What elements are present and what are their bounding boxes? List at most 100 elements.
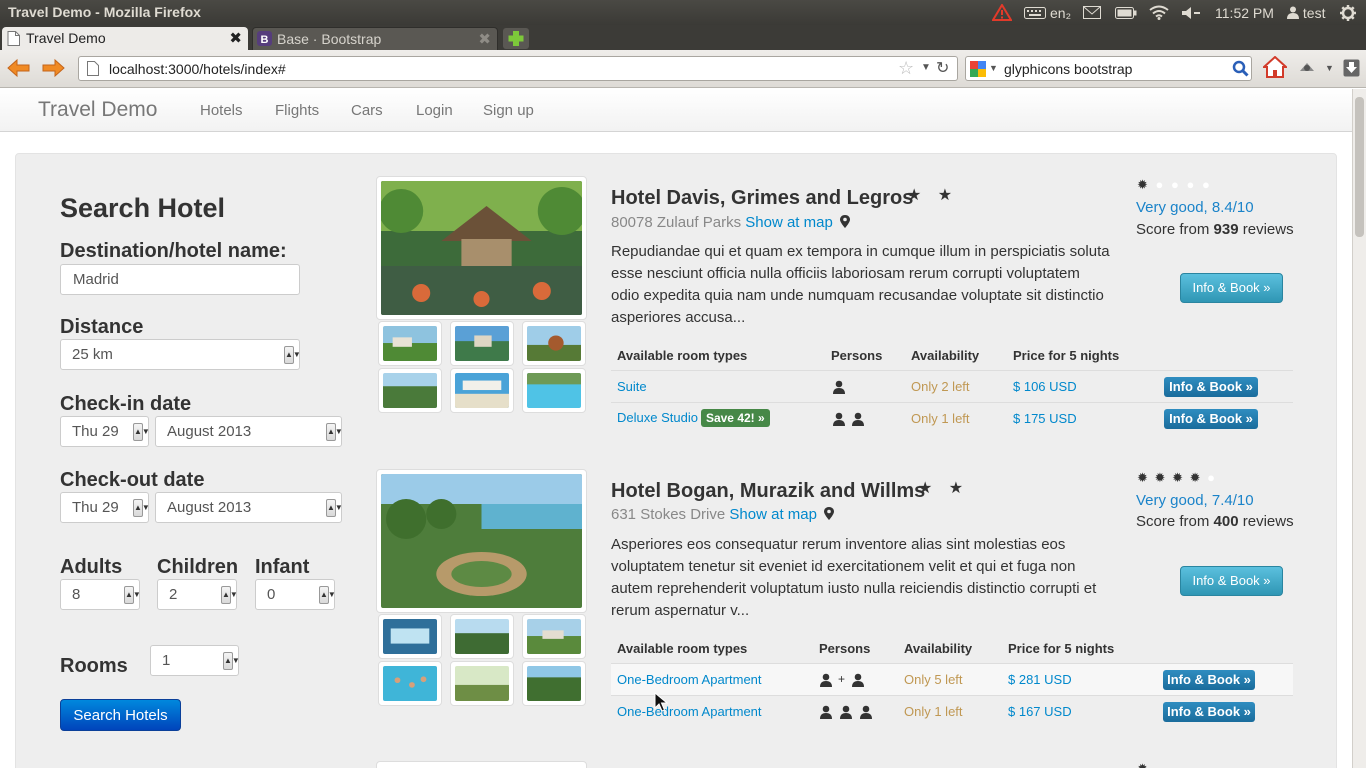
person-icon xyxy=(820,673,832,687)
checkout-day-value: Thu 29 xyxy=(72,499,119,516)
home-icon[interactable] xyxy=(1263,56,1287,78)
hotel-thumbnail[interactable] xyxy=(378,661,442,706)
nav-hotels[interactable]: Hotels xyxy=(200,102,243,119)
hotel-name-link[interactable]: Hotel Bogan, Murazik and Willms xyxy=(611,480,925,503)
room-type-link[interactable]: One-Bedroom Apartment xyxy=(617,704,762,719)
url-dropdown-icon[interactable]: ▼ xyxy=(921,62,931,73)
checkin-month-select[interactable]: August 2013 ▲▼ xyxy=(155,416,343,447)
hotel-thumbnail[interactable] xyxy=(378,368,442,413)
scrollbar-thumb[interactable] xyxy=(1355,97,1364,237)
hotel-thumbnail[interactable] xyxy=(450,614,514,659)
score-suffix: reviews xyxy=(1242,221,1294,238)
checkout-month-select[interactable]: August 2013 ▲▼ xyxy=(155,492,343,523)
hotel-main-photo[interactable] xyxy=(376,176,587,320)
search-icon[interactable] xyxy=(1232,60,1249,77)
hotel-main-photo[interactable] xyxy=(376,761,587,768)
rating-dot-empty-icon: ● xyxy=(1186,177,1195,192)
distance-select[interactable]: 25 km ▲▼ xyxy=(60,339,301,370)
thumb-pool-aerial xyxy=(383,619,437,654)
back-arrow-icon[interactable] xyxy=(7,58,31,78)
price: $ 106 USD xyxy=(1013,379,1077,394)
forward-arrow-icon[interactable] xyxy=(41,58,65,78)
hotel-main-photo[interactable] xyxy=(376,469,587,613)
hotel-thumbnail[interactable] xyxy=(450,321,514,366)
close-tab-icon[interactable]: ✖ xyxy=(478,30,491,48)
show-at-map-link[interactable]: Show at map xyxy=(745,214,833,231)
hotel-thumbnail[interactable] xyxy=(378,321,442,366)
review-score: Score from 400 reviews xyxy=(1136,513,1294,530)
info-book-button[interactable]: Info & Book » xyxy=(1180,273,1283,303)
rating-dot-empty-icon: ● xyxy=(1155,177,1164,192)
address-bar[interactable]: localhost:3000/hotels/index# ☆ ▼ ↻ xyxy=(78,56,958,81)
google-icon[interactable] xyxy=(970,61,986,77)
power-settings-icon[interactable] xyxy=(1340,4,1357,21)
hotel-thumbnail[interactable] xyxy=(450,368,514,413)
keyboard-layout[interactable]: en₂ xyxy=(1050,5,1071,21)
nav-signup[interactable]: Sign up xyxy=(483,102,534,119)
adults-select[interactable]: 8 ▲▼ xyxy=(60,579,141,610)
hotel-thumbnail[interactable] xyxy=(522,614,586,659)
adults-label: Adults xyxy=(60,556,123,578)
checkout-day-select[interactable]: Thu 29 ▲▼ xyxy=(60,492,150,523)
engine-dropdown-icon[interactable]: ▼ xyxy=(989,63,998,73)
availability: Only 2 left xyxy=(911,379,970,394)
hotel-thumbnail[interactable] xyxy=(378,614,442,659)
addon-dropdown-icon[interactable]: ▼ xyxy=(1325,63,1334,73)
page-scrollbar[interactable] xyxy=(1352,89,1366,768)
clock[interactable]: 11:52 PM xyxy=(1215,5,1274,21)
room-info-book-button[interactable]: Info & Book » xyxy=(1163,702,1255,722)
battery-icon[interactable] xyxy=(1115,6,1137,19)
nav-cars[interactable]: Cars xyxy=(351,102,383,119)
save-badge[interactable]: Save 42! » xyxy=(700,409,770,427)
mail-icon[interactable] xyxy=(1083,6,1102,19)
hotel-name-link[interactable]: Hotel Davis, Grimes and Legros xyxy=(611,187,913,210)
svg-text:B: B xyxy=(261,34,269,46)
new-tab-button[interactable] xyxy=(503,28,529,49)
show-at-map-link[interactable]: Show at map xyxy=(729,506,817,523)
url-text[interactable]: localhost:3000/hotels/index# xyxy=(109,61,286,77)
room-info-book-button[interactable]: Info & Book » xyxy=(1164,409,1258,429)
room-info-book-button[interactable]: Info & Book » xyxy=(1163,670,1255,690)
map-marker-icon[interactable] xyxy=(839,215,850,228)
addon-icon[interactable] xyxy=(1298,59,1316,75)
dropdown-arrow-icon: ▲▼ xyxy=(133,423,150,441)
room-type-link[interactable]: Deluxe Studio xyxy=(617,410,698,425)
room-type-link[interactable]: One-Bedroom Apartment xyxy=(617,672,762,687)
map-marker-icon[interactable] xyxy=(824,507,835,520)
keyboard-icon[interactable] xyxy=(1024,6,1046,19)
nav-flights[interactable]: Flights xyxy=(275,102,319,119)
nav-login[interactable]: Login xyxy=(416,102,453,119)
tab-bootstrap[interactable]: B Base · Bootstrap ✖ xyxy=(252,27,498,50)
tab-travel-demo[interactable]: Travel Demo ✖ xyxy=(2,27,248,50)
hotel-thumbnail[interactable] xyxy=(450,661,514,706)
search-hotels-button[interactable]: Search Hotels xyxy=(60,699,181,731)
search-bar[interactable]: ▼ glyphicons bootstrap xyxy=(965,56,1252,81)
brand-link[interactable]: Travel Demo xyxy=(38,98,157,122)
close-tab-icon[interactable]: ✖ xyxy=(229,29,242,47)
wifi-icon[interactable] xyxy=(1149,5,1169,20)
volume-icon[interactable] xyxy=(1181,6,1201,20)
hotel-thumbnail[interactable] xyxy=(522,368,586,413)
room-info-book-button[interactable]: Info & Book » xyxy=(1164,377,1258,397)
rating-text[interactable]: Very good, 7.4/10 xyxy=(1136,492,1254,509)
hotel-thumbnail[interactable] xyxy=(522,661,586,706)
download-icon[interactable] xyxy=(1343,59,1360,77)
rating-dots: ✹ xyxy=(1137,761,1148,768)
user-icon[interactable] xyxy=(1286,6,1299,19)
reload-icon[interactable]: ↻ xyxy=(936,58,949,78)
bookmark-star-icon[interactable]: ☆ xyxy=(898,58,914,79)
destination-input[interactable]: Madrid xyxy=(60,264,300,295)
warning-icon[interactable] xyxy=(992,4,1012,21)
checkin-day-select[interactable]: Thu 29 ▲▼ xyxy=(60,416,150,447)
info-book-button[interactable]: Info & Book » xyxy=(1180,566,1283,596)
children-select[interactable]: 2 ▲▼ xyxy=(157,579,238,610)
room-type-link[interactable]: Suite xyxy=(617,379,647,394)
search-input[interactable]: glyphicons bootstrap xyxy=(1004,61,1132,77)
hotel-thumbnail[interactable] xyxy=(522,321,586,366)
user-name[interactable]: test xyxy=(1303,5,1326,21)
rooms-select[interactable]: 1 ▲▼ xyxy=(150,645,240,676)
mouse-cursor-icon xyxy=(654,692,668,712)
infant-select[interactable]: 0 ▲▼ xyxy=(255,579,336,610)
availability: Only 5 left xyxy=(904,672,963,687)
rating-text[interactable]: Very good, 8.4/10 xyxy=(1136,199,1254,216)
